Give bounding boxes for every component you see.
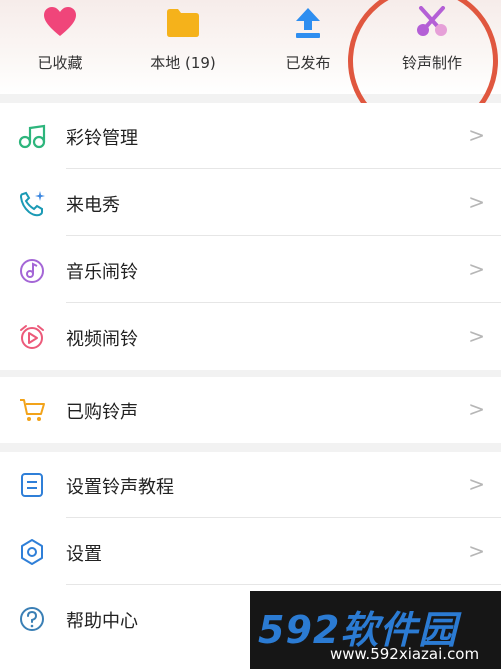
favorites-label: 已收藏 [37,54,83,72]
local-label: 本地 (19) [150,54,216,72]
menu-item-label: 已购铃声 [66,402,138,423]
phone-sparkle-icon [18,189,46,217]
music-alarm-icon [18,256,46,284]
menu-item-video-alarm[interactable]: 视频闹铃 > [0,304,501,370]
menu-item-label: 音乐闹铃 [66,262,138,283]
folder-icon [165,6,201,42]
menu-item-ringback-management[interactable]: 彩铃管理 > [0,103,501,169]
tutorial-icon [18,471,46,499]
menu-item-call-show[interactable]: 来电秀 > [0,170,501,236]
heart-icon [43,6,77,42]
video-alarm-icon [18,323,46,351]
menu-group-2: 已购铃声 > [0,377,501,443]
menu-item-music-alarm[interactable]: 音乐闹铃 > [0,237,501,303]
chevron-right-icon: > [468,324,485,348]
menu-group-1: 彩铃管理 > 来电秀 > 音乐闹铃 > 视频闹铃 > [0,103,501,370]
published-shortcut[interactable]: 已发布 [253,6,363,86]
menu-item-label: 彩铃管理 [66,128,138,149]
music-note-icon [18,122,46,150]
chevron-right-icon: > [468,472,485,496]
menu-item-label: 帮助中心 [66,611,138,632]
chevron-right-icon: > [468,123,485,147]
menu-item-settings[interactable]: 设置 > [0,519,501,585]
menu-item-purchased-ringtones[interactable]: 已购铃声 > [0,377,501,443]
upload-icon [292,6,324,44]
settings-icon [18,538,46,566]
chevron-right-icon: > [468,539,485,563]
menu-item-label: 设置 [66,544,102,565]
menu-item-label: 视频闹铃 [66,329,138,350]
chevron-right-icon: > [468,257,485,281]
divider [66,235,501,236]
menu-item-ringtone-tutorial[interactable]: 设置铃声教程 > [0,452,501,518]
watermark: 592软件园 www.592xiazai.com [250,591,501,669]
divider [66,584,501,585]
help-icon [18,605,46,633]
local-shortcut[interactable]: 本地 (19) [128,6,238,86]
divider [66,168,501,169]
cart-icon [18,396,46,424]
menu-item-label: 来电秀 [66,195,120,216]
watermark-url: www.592xiazai.com [330,645,480,663]
favorites-shortcut[interactable]: 已收藏 [5,6,115,86]
published-label: 已发布 [285,54,331,72]
chevron-right-icon: > [468,190,485,214]
divider [66,302,501,303]
chevron-right-icon: > [468,397,485,421]
menu-item-label: 设置铃声教程 [66,477,174,498]
divider [66,517,501,518]
